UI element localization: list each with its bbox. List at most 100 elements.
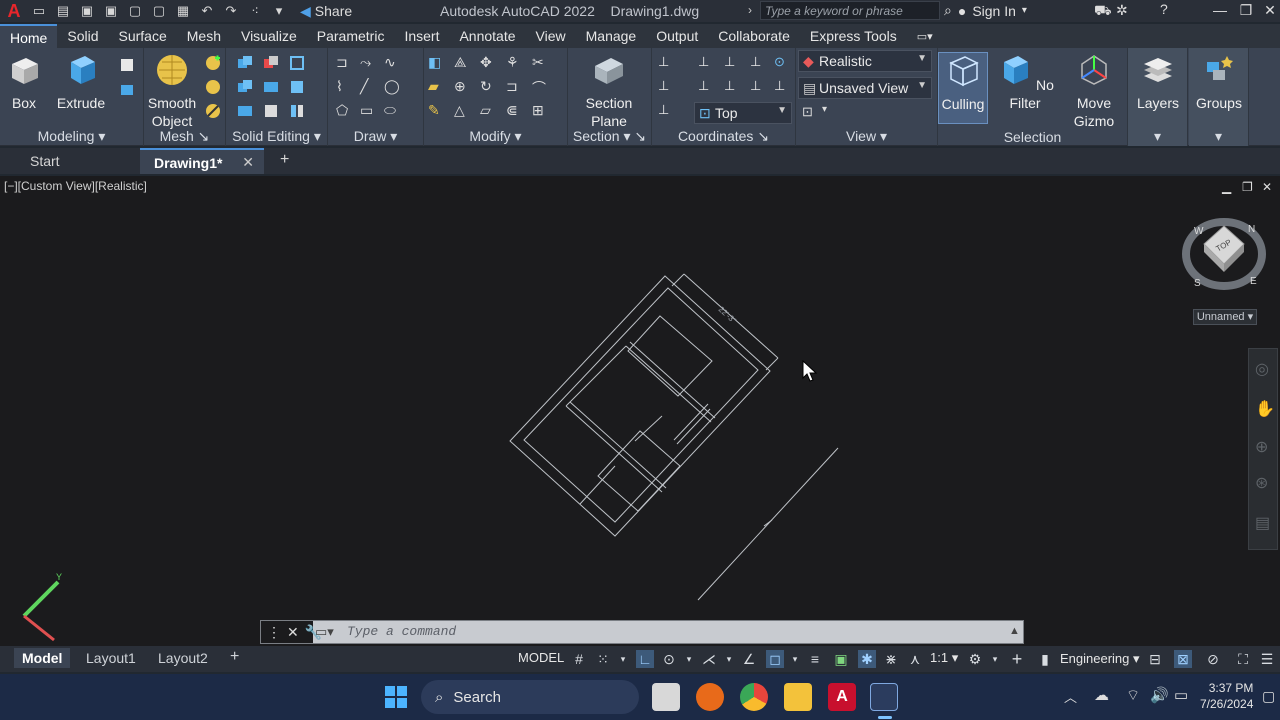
groups-button[interactable]: Groups: [1193, 52, 1245, 112]
modify-group-label[interactable]: Modify ▾: [424, 128, 567, 145]
tab-view[interactable]: View: [526, 24, 576, 48]
quick-properties-icon[interactable]: ⊟: [1146, 650, 1164, 668]
dimension-line-right[interactable]: [697, 447, 839, 601]
array-icon[interactable]: ⊞: [532, 102, 550, 120]
ucs-icon[interactable]: ⊥: [658, 54, 676, 72]
taskbar-clock[interactable]: 3:37 PM 7/26/2024: [1200, 680, 1253, 712]
circle-icon[interactable]: ◯: [384, 78, 402, 96]
3d-scale-icon[interactable]: △: [454, 102, 472, 120]
chevron-up-icon[interactable]: ︿: [1064, 687, 1077, 706]
offset-icon[interactable]: ⋐: [506, 102, 524, 120]
save-icon[interactable]: ▣: [78, 2, 96, 20]
ucs-origin-icon[interactable]: ⊥: [658, 78, 676, 96]
ribbon-options-icon[interactable]: ▭▾: [907, 24, 943, 48]
command-history-icon[interactable]: ▭▾: [315, 624, 334, 640]
interior-wall[interactable]: [569, 401, 667, 489]
extract-edges-icon[interactable]: [288, 78, 306, 96]
new-file-icon[interactable]: ▭: [30, 2, 48, 20]
notifications-icon[interactable]: ▢: [1262, 688, 1275, 705]
ucs-z-icon[interactable]: ⊙: [774, 54, 792, 72]
tab-layout2[interactable]: Layout2: [150, 648, 216, 668]
viewport-close-icon[interactable]: ✕: [1262, 180, 1272, 194]
tab-manage[interactable]: Manage: [576, 24, 647, 48]
dimension-extension[interactable]: [671, 273, 685, 287]
clean-screen-icon[interactable]: ⛶: [1234, 650, 1252, 668]
close-tab-icon[interactable]: ✕: [242, 154, 254, 171]
sign-in-button[interactable]: ⌕ ● Sign In ▾: [944, 2, 1027, 19]
tab-visualize[interactable]: Visualize: [231, 24, 307, 48]
ellipse-icon[interactable]: ⬭: [384, 102, 402, 120]
3d-rotate-icon[interactable]: ⊕: [454, 78, 472, 96]
firefox-icon[interactable]: [696, 683, 724, 711]
match-properties-icon[interactable]: ✎: [428, 102, 446, 120]
chevron-right-icon[interactable]: ›: [748, 3, 752, 17]
intersect-icon[interactable]: [236, 78, 254, 96]
snap-icon[interactable]: ⁙: [594, 650, 612, 668]
ucs-view-icon[interactable]: ⊥: [750, 78, 768, 96]
fillet-icon[interactable]: ⌒: [532, 78, 550, 96]
erase-icon[interactable]: ▱: [480, 102, 498, 120]
ucs-menu-dropdown[interactable]: Unnamed ▾: [1193, 309, 1257, 325]
trim-icon[interactable]: ✂: [532, 54, 550, 72]
selection-cycling-icon[interactable]: ✱: [858, 650, 876, 668]
steering-wheel-icon[interactable]: ◎: [1255, 359, 1269, 379]
cart-icon[interactable]: ⛟: [1094, 2, 1112, 21]
pan-hand-icon[interactable]: ✋: [1255, 399, 1275, 419]
lock-ui-icon[interactable]: ⊠: [1174, 650, 1192, 668]
chevron-down-icon[interactable]: ▾: [1189, 128, 1248, 145]
tab-parametric[interactable]: Parametric: [307, 24, 395, 48]
units-icon[interactable]: ▮: [1036, 650, 1054, 668]
solid-editing-group-label[interactable]: Solid Editing ▾: [226, 128, 327, 145]
chevron-down-icon[interactable]: ▾: [1128, 128, 1187, 145]
grid-icon[interactable]: #: [570, 650, 588, 668]
interior-wall[interactable]: [634, 415, 663, 442]
tab-collaborate[interactable]: Collaborate: [708, 24, 800, 48]
taskbar-search-box[interactable]: ⌕ Search: [421, 680, 639, 714]
customize-dropdown-icon[interactable]: ▾: [270, 2, 288, 20]
tab-start[interactable]: Start: [16, 148, 74, 174]
culling-button[interactable]: Culling: [938, 52, 988, 124]
battery-icon[interactable]: ▭: [1174, 686, 1188, 704]
tab-mesh[interactable]: Mesh: [177, 24, 231, 48]
presspull-icon[interactable]: [118, 80, 136, 98]
file-explorer-icon[interactable]: [784, 683, 812, 711]
ucs-view-dropdown[interactable]: ⊡ Top ▼: [694, 102, 792, 124]
interior-wall[interactable]: [625, 345, 712, 423]
export-icon[interactable]: ▢: [150, 2, 168, 20]
coordinates-group-label[interactable]: Coordinates ↘: [652, 128, 795, 145]
dimension-extension[interactable]: [765, 357, 779, 371]
redo-icon[interactable]: ↷: [222, 2, 240, 20]
inner-wall[interactable]: [523, 287, 759, 523]
chrome-icon[interactable]: [740, 683, 768, 711]
tab-surface[interactable]: Surface: [109, 24, 177, 48]
command-input[interactable]: Type a command: [347, 624, 456, 639]
chevron-down-icon[interactable]: ▾: [986, 650, 1004, 668]
isolate-objects-icon[interactable]: ⊘: [1204, 650, 1222, 668]
smooth-more-icon[interactable]: [204, 54, 222, 72]
object-snap-tracking-icon[interactable]: ∠: [740, 650, 758, 668]
add-layout-icon[interactable]: +: [222, 648, 247, 668]
wifi-icon[interactable]: ⌔: [1126, 686, 1140, 705]
dynamic-ucs-icon[interactable]: ⋏: [906, 650, 924, 668]
restore-icon[interactable]: ❐: [1236, 2, 1256, 19]
move-icon[interactable]: ✥: [480, 54, 498, 72]
model-space-button[interactable]: MODEL: [518, 650, 564, 665]
annotation-scale-dropdown[interactable]: 1:1 ▾: [930, 650, 958, 666]
share-button[interactable]: ◀ Share: [300, 3, 352, 20]
view-group-label[interactable]: View ▾: [796, 128, 937, 145]
help-icon[interactable]: ?: [1160, 1, 1168, 17]
add-icon[interactable]: +: [1008, 650, 1026, 668]
autocad-taskbar-icon[interactable]: A: [828, 683, 856, 711]
polyline-icon[interactable]: ⊐: [336, 54, 354, 72]
new-tab-icon[interactable]: +: [266, 148, 303, 174]
tab-insert[interactable]: Insert: [394, 24, 449, 48]
section-group-label[interactable]: Section ▾ ↘: [568, 128, 651, 145]
snipping-tool-icon[interactable]: [870, 683, 898, 711]
smooth-less-icon[interactable]: [204, 78, 222, 96]
ucs-object-icon[interactable]: ⊥: [724, 78, 742, 96]
onedrive-cloud-icon[interactable]: ☁: [1094, 686, 1109, 704]
chevron-up-icon[interactable]: ▲: [1009, 625, 1020, 637]
modeling-group-label[interactable]: Modeling ▾: [0, 128, 143, 145]
interior-wall[interactable]: [629, 341, 716, 419]
spline-icon[interactable]: ∿: [384, 54, 402, 72]
